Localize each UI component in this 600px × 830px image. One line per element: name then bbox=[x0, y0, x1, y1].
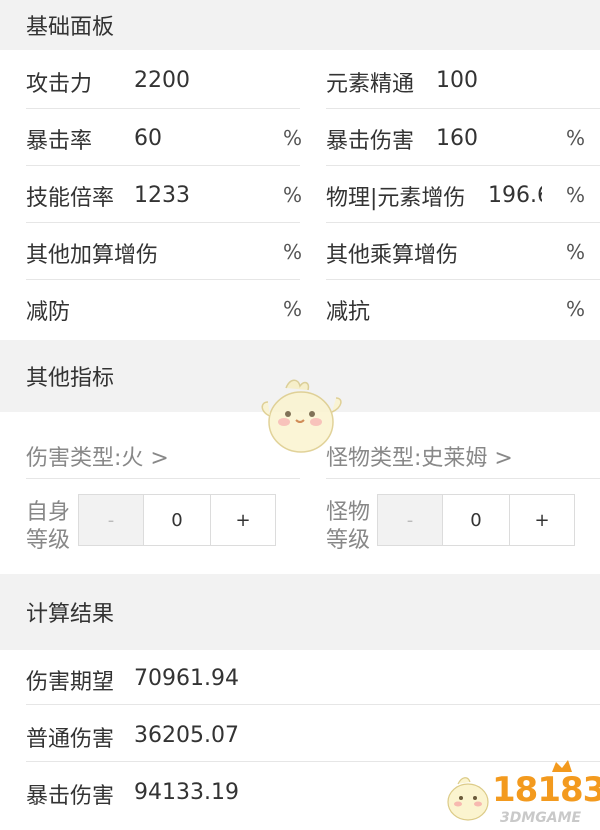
em-input[interactable]: 100 bbox=[436, 68, 478, 93]
monster-level-label-line2: 等级 bbox=[326, 528, 371, 553]
divider bbox=[326, 279, 600, 280]
divider bbox=[26, 222, 300, 223]
crit-dmg-label: 暴击伤害 bbox=[326, 129, 415, 154]
em-label: 元素精通 bbox=[326, 72, 415, 97]
logo-18183: 18183 bbox=[492, 770, 600, 810]
divider bbox=[26, 279, 300, 280]
monster-level-decrement-button[interactable]: - bbox=[377, 494, 443, 546]
divider bbox=[26, 478, 300, 479]
expected-damage-label: 伤害期望 bbox=[26, 670, 115, 695]
monster-type-selector[interactable]: 怪物类型:史莱姆 > bbox=[326, 440, 513, 472]
attack-input[interactable]: 2200 bbox=[134, 68, 190, 93]
self-level-label-line2: 等级 bbox=[26, 528, 71, 553]
crit-rate-input[interactable]: 60 bbox=[134, 126, 162, 151]
divider bbox=[326, 478, 600, 479]
logo-sub: 3DMGAME bbox=[500, 810, 582, 826]
phys-elem-label: 物理|元素增伤 bbox=[326, 186, 466, 211]
res-red-label: 减抗 bbox=[326, 300, 371, 325]
divider bbox=[26, 165, 300, 166]
expected-damage-value: 70961.94 bbox=[134, 666, 239, 691]
percent-sign: % bbox=[566, 240, 586, 264]
self-level-input[interactable]: 0 bbox=[143, 494, 211, 546]
divider bbox=[26, 704, 600, 705]
percent-sign: % bbox=[283, 297, 303, 321]
normal-damage-value: 36205.07 bbox=[134, 723, 239, 748]
mascot-small-icon bbox=[447, 777, 489, 821]
damage-type-selector[interactable]: 伤害类型:火 > bbox=[26, 440, 169, 472]
crit-rate-label: 暴击率 bbox=[26, 129, 93, 154]
section-title-basic: 基础面板 bbox=[26, 15, 115, 40]
def-red-label: 减防 bbox=[26, 300, 71, 325]
section-header-other: 其他指标 bbox=[0, 340, 600, 412]
self-level-decrement-button[interactable]: - bbox=[78, 494, 144, 546]
other-mult-label: 其他乘算增伤 bbox=[326, 243, 459, 268]
section-title-result: 计算结果 bbox=[26, 602, 115, 627]
self-level-increment-button[interactable]: + bbox=[210, 494, 276, 546]
skill-mult-label: 技能倍率 bbox=[26, 186, 115, 211]
res-red-input[interactable] bbox=[436, 297, 556, 323]
section-header-basic: 基础面板 bbox=[0, 0, 600, 50]
skill-mult-input[interactable]: 1233 bbox=[134, 183, 190, 208]
monster-level-input[interactable]: 0 bbox=[442, 494, 510, 546]
logo-3dmgame: 3DMGAME bbox=[500, 810, 581, 826]
percent-sign: % bbox=[283, 183, 303, 207]
crit-damage-result-value: 94133.19 bbox=[134, 780, 239, 805]
crit-dmg-input[interactable]: 160 bbox=[436, 126, 478, 151]
divider bbox=[26, 108, 300, 109]
phys-elem-input[interactable]: 196.6 bbox=[488, 183, 542, 208]
monster-level-increment-button[interactable]: + bbox=[509, 494, 575, 546]
percent-sign: % bbox=[566, 297, 586, 321]
other-add-input[interactable] bbox=[200, 240, 270, 266]
other-add-label: 其他加算增伤 bbox=[26, 243, 159, 268]
section-title-other: 其他指标 bbox=[26, 366, 115, 391]
def-red-input[interactable] bbox=[134, 297, 264, 323]
other-mult-input[interactable] bbox=[490, 240, 550, 266]
percent-sign: % bbox=[283, 126, 303, 150]
divider bbox=[326, 222, 600, 223]
percent-sign: % bbox=[566, 183, 586, 207]
divider bbox=[26, 761, 600, 762]
crit-damage-result-label: 暴击伤害 bbox=[26, 784, 115, 809]
normal-damage-label: 普通伤害 bbox=[26, 727, 115, 752]
divider bbox=[326, 165, 600, 166]
section-header-result: 计算结果 bbox=[0, 574, 600, 650]
divider bbox=[326, 108, 600, 109]
percent-sign: % bbox=[283, 240, 303, 264]
attack-label: 攻击力 bbox=[26, 72, 93, 97]
logo-number: 18183 bbox=[492, 770, 600, 810]
percent-sign: % bbox=[566, 126, 586, 150]
